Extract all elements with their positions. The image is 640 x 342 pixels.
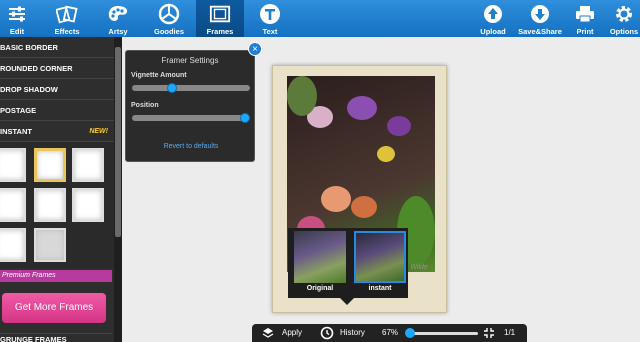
page-indicator: 1/1 (504, 328, 516, 337)
menu-grunge-frames[interactable]: GRUNGE FRAMES (0, 333, 112, 342)
popover-arrow (340, 298, 354, 305)
zoom-slider-knob[interactable] (405, 328, 415, 338)
top-toolbar: Edit Effects Artsy Goodies Frames Text U… (0, 0, 640, 37)
get-more-frames-button[interactable]: Get More Frames (2, 293, 106, 323)
upload-label: Upload (480, 27, 506, 36)
menu-instant[interactable]: INSTANT New! (0, 121, 122, 142)
effects-label: Effects (54, 27, 80, 36)
edit-tab[interactable]: Edit (0, 0, 34, 37)
save-share-label: Save&Share (518, 27, 562, 36)
frame-thumb[interactable] (0, 228, 26, 262)
text-t-icon (259, 3, 281, 25)
options-button[interactable]: Options (608, 0, 640, 37)
vignette-slider-knob[interactable] (166, 83, 177, 93)
goodies-tab[interactable]: Goodies (150, 0, 188, 37)
effects-tab[interactable]: Effects (46, 0, 88, 37)
frame-thumbnails (0, 142, 122, 268)
menu-instant-label: INSTANT (0, 127, 32, 136)
frame-options-bar: Original instant (288, 228, 408, 298)
artsy-tab[interactable]: Artsy (100, 0, 136, 37)
fit-screen-icon[interactable] (484, 324, 494, 342)
menu-basic-border[interactable]: BASIC BORDER (0, 37, 122, 58)
panel-scrollbar[interactable] (114, 37, 122, 342)
circle-icon (158, 3, 180, 25)
frame-thumb[interactable] (34, 188, 66, 222)
upload-icon (482, 3, 504, 25)
goodies-label: Goodies (153, 27, 184, 36)
text-label: Text (262, 27, 278, 36)
frame-thumb[interactable] (0, 148, 26, 182)
premium-frames-banner: Premium Frames (0, 270, 112, 282)
menu-drop-shadow[interactable]: DROP SHADOW (0, 79, 122, 100)
new-badge: New! (89, 128, 108, 135)
history-icon (320, 324, 334, 342)
upload-button[interactable]: Upload (478, 0, 508, 37)
frame-thumb[interactable] (0, 188, 26, 222)
frames-label: Frames (206, 27, 234, 36)
print-icon (574, 3, 596, 25)
frame-thumb[interactable] (34, 228, 66, 262)
sliders-icon (6, 3, 28, 25)
edit-label: Edit (9, 27, 25, 36)
apply-button[interactable]: Apply (282, 324, 302, 342)
frame-option-instant-label: instant (368, 285, 392, 292)
print-button[interactable]: Print (573, 0, 597, 37)
cards-icon (56, 3, 78, 25)
text-tab[interactable]: Text (256, 0, 284, 37)
position-slider[interactable] (132, 115, 250, 121)
frame-option-instant[interactable] (354, 231, 406, 283)
framer-title: Framer Settings (161, 56, 219, 65)
scrollbar-thumb[interactable] (115, 47, 121, 237)
revert-to-defaults-link[interactable]: Revert to defaults (126, 143, 256, 150)
print-label: Print (576, 27, 594, 36)
save-share-button[interactable]: Save&Share (517, 0, 563, 37)
layers-icon (262, 324, 274, 342)
gear-icon (613, 3, 635, 25)
bottom-toolbar: Apply History 67% 1/1 (252, 324, 527, 342)
frame-icon (209, 3, 231, 25)
zoom-level: 67% (382, 328, 399, 337)
frame-thumb-selected[interactable] (34, 148, 66, 182)
close-icon[interactable]: × (248, 42, 262, 56)
position-slider-knob[interactable] (240, 113, 250, 123)
position-label: Position (131, 102, 159, 109)
framer-settings-popup: Framer Settings Vignette Amount Position… (125, 50, 255, 162)
frame-thumb[interactable] (72, 148, 104, 182)
vignette-label: Vignette Amount (131, 72, 187, 79)
frame-option-original-label: Original (306, 285, 334, 292)
zoom-slider[interactable] (408, 332, 478, 335)
frames-panel: BASIC BORDER ROUNDED CORNER DROP SHADOW … (0, 37, 122, 342)
frame-thumb[interactable] (72, 188, 104, 222)
frames-tab[interactable]: Frames (196, 0, 244, 37)
vignette-slider[interactable] (132, 85, 250, 91)
options-label: Options (609, 27, 639, 36)
palette-icon (107, 3, 129, 25)
menu-rounded-corner[interactable]: ROUNDED CORNER (0, 58, 122, 79)
history-button[interactable]: History (340, 324, 365, 342)
frame-option-original[interactable] (294, 231, 346, 283)
menu-postage[interactable]: POSTAGE (0, 100, 122, 121)
download-icon (529, 3, 551, 25)
artsy-label: Artsy (108, 27, 128, 36)
